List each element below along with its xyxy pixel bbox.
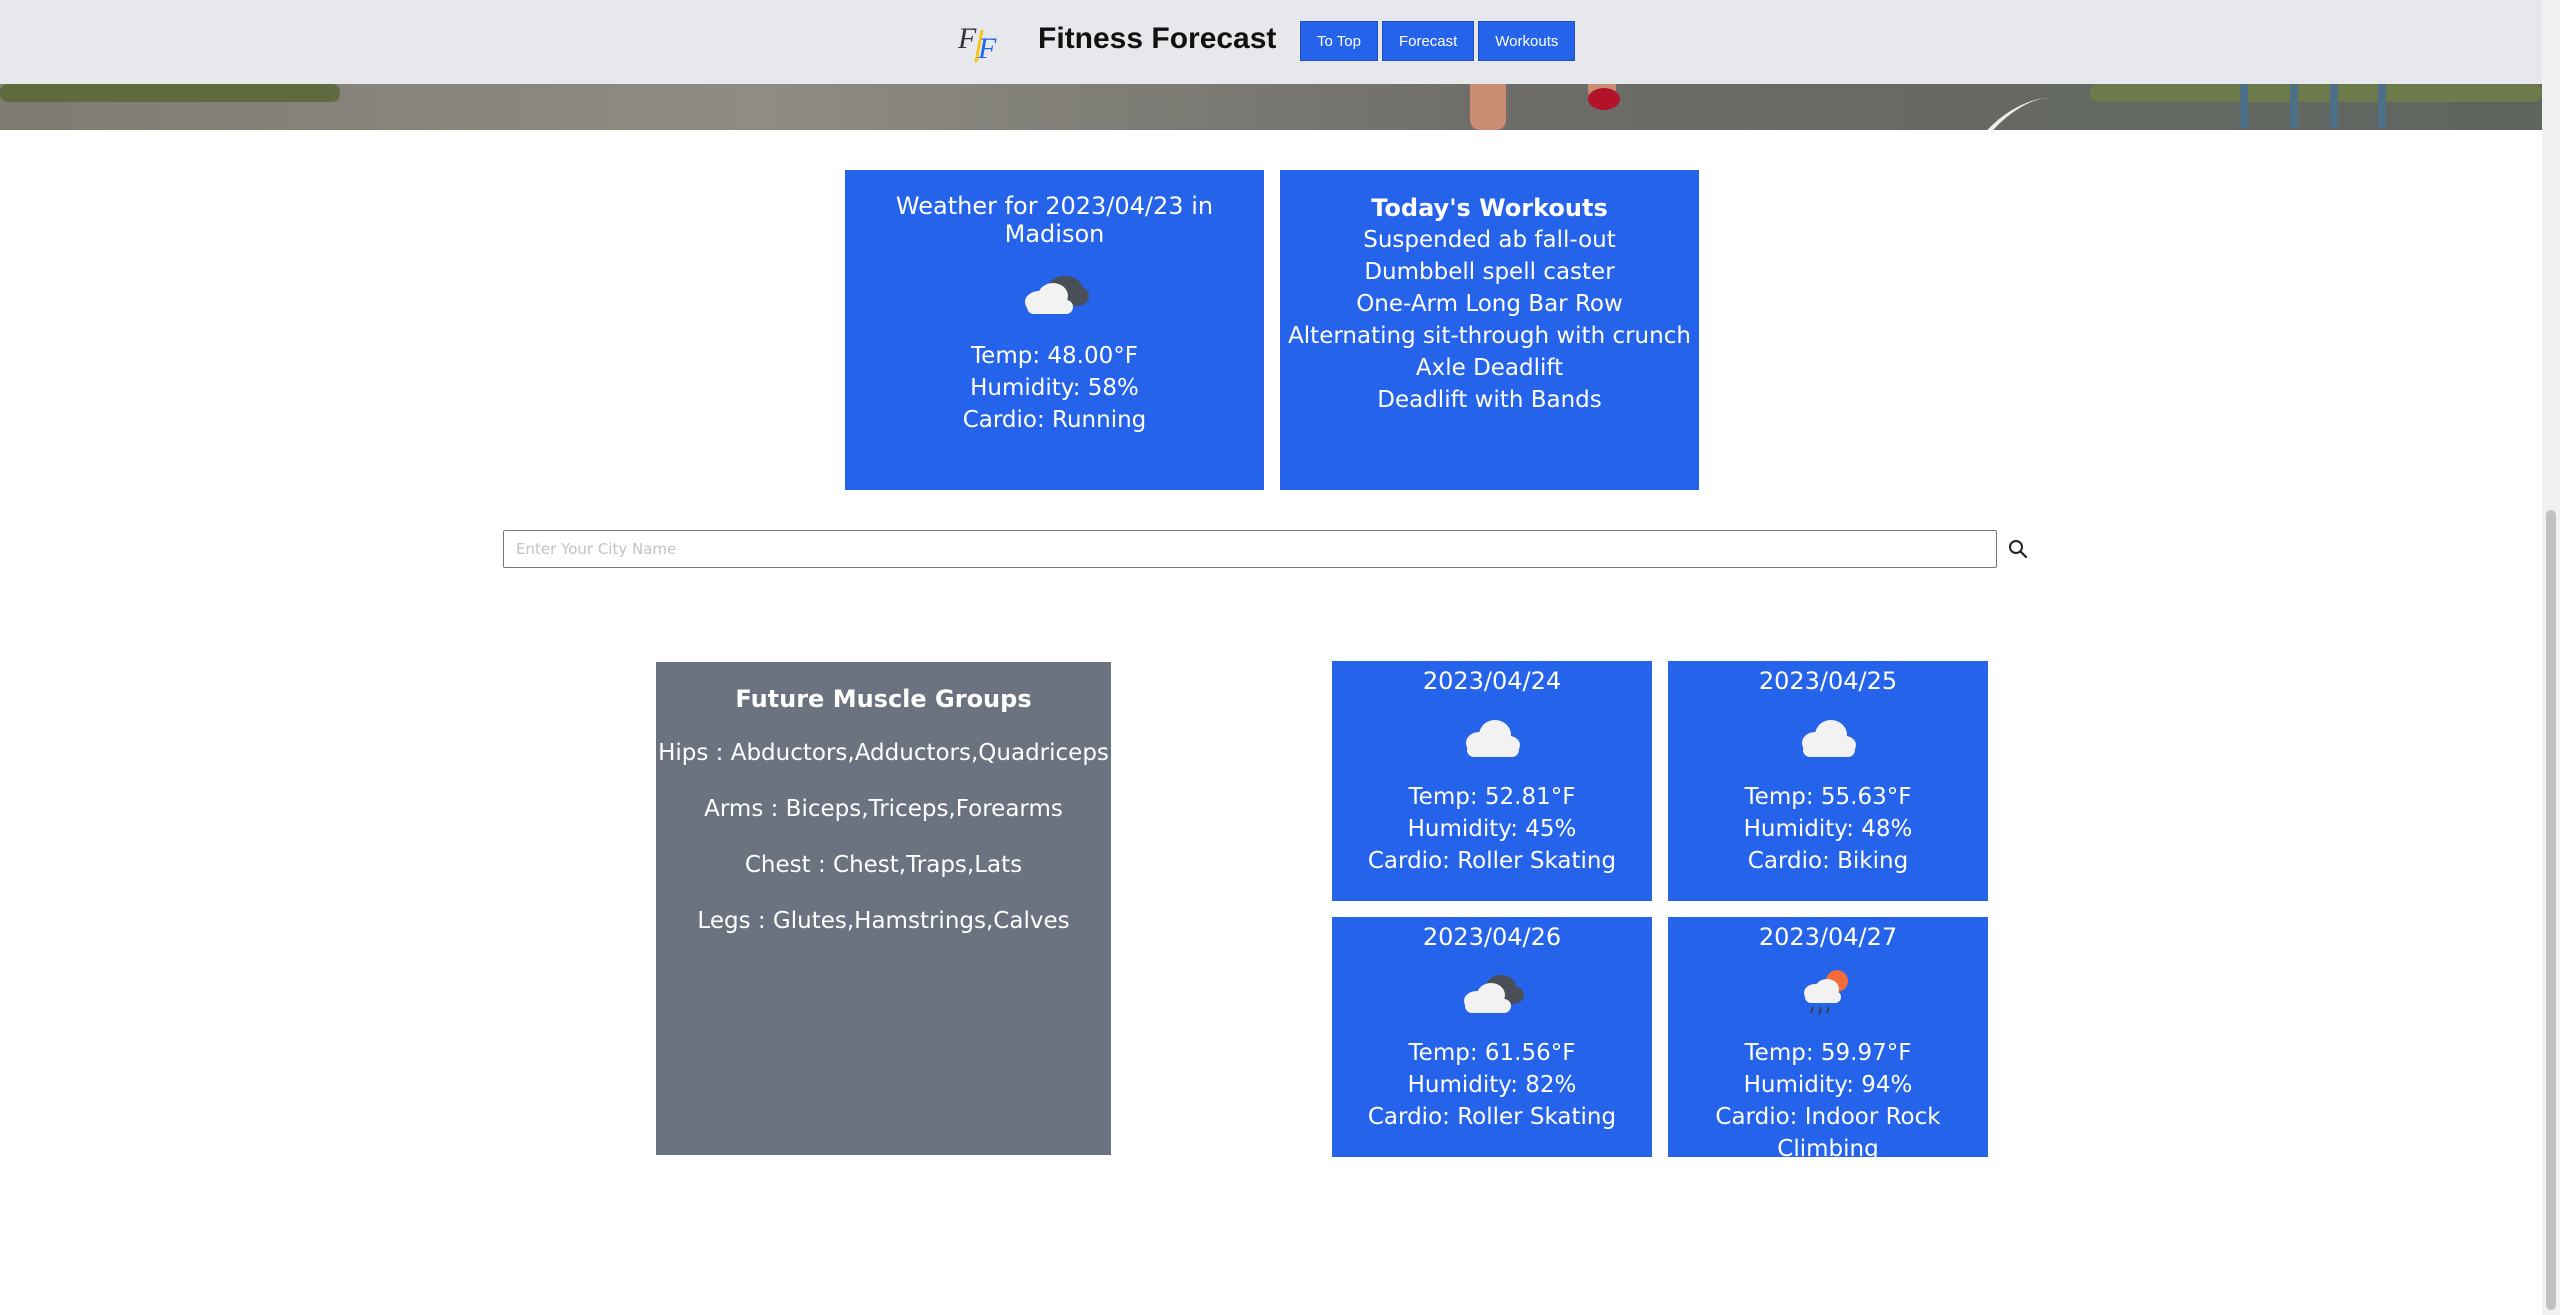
muscle-group-chest: Chest : Chest,Traps,Lats (744, 852, 1023, 878)
city-search-bar (503, 530, 2033, 568)
cloudy-icon (1024, 276, 1089, 314)
forecast-date: 2023/04/27 (1758, 923, 1898, 951)
cloud-icon (1466, 720, 1520, 757)
today-humidity: Humidity: 58% (970, 375, 1139, 401)
weather-title: Weather for 2023/04/23 in Madison (895, 192, 1214, 248)
forecast-date: 2023/04/25 (1758, 667, 1898, 695)
runner-shoe-graphic (1588, 88, 1620, 110)
today-weather-card: Weather for 2023/04/23 in Madison Temp: … (845, 170, 1264, 490)
forecast-card: 2023/04/27 Temp: 59.97°F Humidity: 94% C… (1668, 917, 1988, 1162)
forecast-temp: Temp: 61.56°F (1408, 1040, 1576, 1066)
forecast-card: 2023/04/26 Temp: 61.56°F Humidity: 82% C… (1332, 917, 1652, 1157)
workout-item: Deadlift with Bands (1377, 387, 1602, 413)
today-temp: Temp: 48.00°F (971, 343, 1138, 369)
todays-workouts-card: Today's Workouts Suspended ab fall-out D… (1280, 170, 1699, 490)
cloud-icon (1802, 720, 1856, 757)
forecast-button[interactable]: Forecast (1381, 21, 1475, 61)
forecast-humidity: Humidity: 45% (1407, 816, 1577, 842)
fence-graphic (2240, 84, 2248, 128)
forecast-date: 2023/04/26 (1422, 923, 1562, 951)
today-cardio: Cardio: Running (962, 407, 1147, 433)
forecast-temp: Temp: 59.97°F (1744, 1040, 1912, 1066)
muscle-group-arms: Arms : Biceps,Triceps,Forearms (704, 796, 1063, 822)
workout-item: Axle Deadlift (1415, 355, 1564, 381)
forecast-cardio: Cardio: Biking (1747, 848, 1909, 874)
workouts-button[interactable]: Workouts (1478, 21, 1576, 61)
forecast-card: 2023/04/24 Temp: 52.81°F Humidity: 45% C… (1332, 661, 1652, 901)
forecast-temp: Temp: 52.81°F (1408, 784, 1576, 810)
brand-title: Fitness Forecast (1038, 22, 1277, 55)
workout-item: Alternating sit-through with crunch (1288, 323, 1691, 349)
bush-graphic (0, 84, 340, 102)
forecast-date: 2023/04/24 (1422, 667, 1562, 695)
workouts-title: Today's Workouts (1371, 194, 1608, 222)
scrollbar-thumb[interactable] (2546, 510, 2556, 1310)
svg-text:F: F (977, 32, 997, 64)
forecast-cardio: Cardio: Indoor Rock Climbing (1715, 1104, 1941, 1162)
future-muscle-groups-panel: Future Muscle Groups Hips : Abductors,Ad… (656, 662, 1111, 1155)
search-icon[interactable] (2007, 538, 2029, 560)
fence-graphic (2290, 84, 2298, 128)
workout-item: One-Arm Long Bar Row (1356, 291, 1623, 317)
page-scrollbar[interactable] (2542, 0, 2560, 1315)
top-navbar: F F Fitness Forecast To Top Forecast Wor… (0, 0, 2542, 84)
muscle-group-legs: Legs : Glutes,Hamstrings,Calves (697, 908, 1070, 934)
dark-cloud-icon (1464, 975, 1524, 1013)
fitness-forecast-logo: F F (958, 22, 997, 64)
sun-rain-cloud-icon (1804, 970, 1848, 1016)
forecast-humidity: Humidity: 82% (1407, 1072, 1577, 1098)
forecast-humidity: Humidity: 48% (1743, 816, 1913, 842)
forecast-cardio: Cardio: Roller Skating (1367, 1104, 1617, 1130)
to-top-button[interactable]: To Top (1300, 21, 1378, 61)
nav-buttons: To Top Forecast Workouts (1300, 21, 1576, 61)
workout-item: Dumbbell spell caster (1364, 259, 1615, 285)
fence-graphic (2378, 84, 2386, 128)
svg-text:F: F (958, 22, 977, 55)
workout-item: Suspended ab fall-out (1363, 227, 1616, 253)
forecast-card: 2023/04/25 Temp: 55.63°F Humidity: 48% C… (1668, 661, 1988, 901)
muscle-group-hips: Hips : Abductors,Adductors,Quadriceps (658, 740, 1109, 766)
fence-graphic (2330, 84, 2338, 128)
city-search-input[interactable] (503, 530, 1997, 568)
bush-graphic (2090, 84, 2542, 102)
forecast-humidity: Humidity: 94% (1743, 1072, 1913, 1098)
forecast-temp: Temp: 55.63°F (1744, 784, 1912, 810)
forecast-cardio: Cardio: Roller Skating (1367, 848, 1617, 874)
muscle-groups-title: Future Muscle Groups (735, 685, 1032, 713)
